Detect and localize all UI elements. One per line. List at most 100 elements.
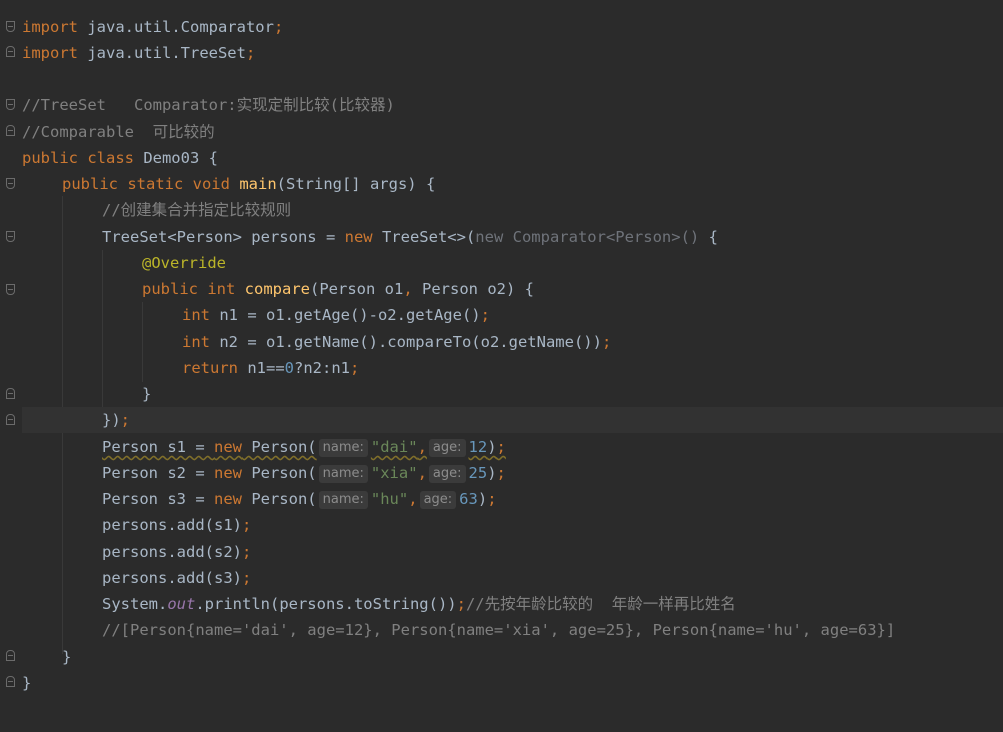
fold-marker-icon[interactable] <box>6 46 15 57</box>
semicolon: ; <box>456 595 466 613</box>
code-line[interactable]: //[Person{name='dai', age=12}, Person{na… <box>102 617 1003 643</box>
code-line[interactable]: TreeSet<Person> persons = new TreeSet<>(… <box>102 224 1003 250</box>
code-text: TreeSet<Person> persons = <box>102 228 345 246</box>
dimmed-code: new Comparator<Person>() <box>475 228 700 246</box>
code-text: } <box>142 385 152 403</box>
code-text: }) <box>102 411 121 429</box>
fold-marker-icon[interactable] <box>6 650 15 661</box>
code-text: System. <box>102 595 168 613</box>
number-literal: 0 <box>284 359 295 377</box>
code-line[interactable]: System.out.println(persons.toString());/… <box>102 591 1003 617</box>
keyword: new <box>213 464 242 482</box>
fold-marker-icon[interactable] <box>6 284 15 295</box>
keyword: public static void <box>62 175 230 193</box>
code-text: Person s1 = <box>102 438 214 456</box>
current-line[interactable]: }); <box>22 407 1003 433</box>
code-line[interactable]: public class Demo03 { <box>22 145 1003 171</box>
code-line[interactable]: } <box>22 670 1003 696</box>
keyword: public int <box>142 280 236 298</box>
comment: //Comparable 可比较的 <box>22 123 215 141</box>
code-line[interactable]: persons.add(s2); <box>102 539 1003 565</box>
code-line[interactable]: Person s3 = new Person(name: "hu", age: 63)… <box>102 486 1003 512</box>
fold-marker-icon[interactable] <box>6 388 15 399</box>
number-literal: 25 <box>468 464 488 482</box>
code-line[interactable]: public int compare(Person o1, Person o2)… <box>142 276 1003 302</box>
keyword: new <box>213 490 242 508</box>
comment: //先按年龄比较的 年龄一样再比姓名 <box>465 595 736 613</box>
comma: , <box>417 438 427 456</box>
comma: , <box>417 464 427 482</box>
code-text: persons.add(s3) <box>102 569 242 587</box>
code-text: n1== <box>238 359 285 377</box>
code-text: java.util.Comparator <box>78 18 274 36</box>
semicolon: ; <box>487 490 497 508</box>
keyword: new <box>344 228 373 246</box>
keyword: return <box>182 359 238 377</box>
indent-guide <box>142 302 143 382</box>
number-literal: 12 <box>468 438 488 456</box>
semicolon: ; <box>241 543 252 561</box>
code-line[interactable]: import java.util.Comparator; <box>22 14 1003 40</box>
parameter-hint: age: <box>428 439 466 457</box>
code-text: Person s2 = <box>102 464 214 482</box>
code-text: ) <box>477 490 488 508</box>
code-text: (String[] args) { <box>276 175 436 193</box>
fold-marker-icon[interactable] <box>6 676 15 687</box>
code-line[interactable]: Person s1 = new Person(name: "dai", age: 12… <box>102 434 1003 460</box>
code-line[interactable]: @Override <box>142 250 1003 276</box>
code-text: persons.add(s2) <box>102 543 242 561</box>
code-text: } <box>22 674 32 692</box>
comment: //创建集合并指定比较规则 <box>102 201 292 219</box>
code-line[interactable]: return n1==0?n2:n1; <box>182 355 1003 381</box>
fold-marker-icon[interactable] <box>6 414 15 425</box>
code-line[interactable]: public static void main(String[] args) { <box>62 171 1003 197</box>
semicolon: ; <box>241 516 252 534</box>
code-text: ) <box>487 464 497 482</box>
code-line[interactable]: int n2 = o1.getName().compareTo(o2.getNa… <box>182 329 1003 355</box>
method-name: compare <box>244 280 310 298</box>
code-line[interactable]: //TreeSet Comparator:实现定制比较(比较器) <box>22 92 1003 118</box>
semicolon: ; <box>496 438 506 456</box>
code-text: Person o2) { <box>412 280 534 298</box>
indent-guide <box>102 250 103 408</box>
code-text: Person( <box>241 438 317 456</box>
code-line[interactable]: import java.util.TreeSet; <box>22 40 1003 66</box>
fold-marker-icon[interactable] <box>6 125 15 136</box>
code-editor[interactable]: import java.util.Comparator; import java… <box>0 0 1003 732</box>
code-text: Person( <box>241 490 317 508</box>
string-literal: "xia" <box>370 464 418 482</box>
semicolon: ; <box>496 464 506 482</box>
parameter-hint: name: <box>318 465 368 483</box>
code-line[interactable]: persons.add(s3); <box>102 565 1003 591</box>
code-line[interactable]: //Comparable 可比较的 <box>22 119 1003 145</box>
fold-marker-icon[interactable] <box>6 21 15 32</box>
number-literal: 63 <box>459 490 478 508</box>
keyword: int <box>182 333 210 351</box>
string-literal: "dai" <box>370 438 418 456</box>
code-line[interactable]: } <box>62 644 1003 670</box>
code-line[interactable]: persons.add(s1); <box>102 512 1003 538</box>
code-text: ?n2:n1 <box>294 359 351 377</box>
code-line[interactable]: } <box>142 381 1003 407</box>
code-line[interactable]: int n1 = o1.getAge()-o2.getAge(); <box>182 302 1003 328</box>
code-text: Person( <box>241 464 317 482</box>
fold-marker-icon[interactable] <box>6 99 15 110</box>
static-field: out <box>167 595 196 613</box>
fold-marker-icon[interactable] <box>6 231 15 242</box>
code-text: ) <box>487 438 497 456</box>
code-line[interactable]: //创建集合并指定比较规则 <box>102 197 1003 223</box>
warning-underlined-code: Person s1 = new Person(name: "dai", age: 12… <box>102 438 506 457</box>
code-line[interactable]: Person s2 = new Person(name: "xia", age: 25… <box>102 460 1003 486</box>
comma: , <box>403 280 413 298</box>
code-text: { <box>699 228 718 246</box>
code-text: persons.add(s1) <box>102 516 242 534</box>
fold-marker-icon[interactable] <box>6 178 15 189</box>
method-name: main <box>239 175 277 193</box>
code-text: (Person o1 <box>310 280 404 298</box>
parameter-hint: age: <box>428 465 466 483</box>
code-text: TreeSet<>( <box>372 228 476 246</box>
semicolon: ; <box>245 44 256 62</box>
semicolon: ; <box>350 359 360 377</box>
annotation: @Override <box>142 254 226 272</box>
parameter-hint: name: <box>318 439 368 457</box>
